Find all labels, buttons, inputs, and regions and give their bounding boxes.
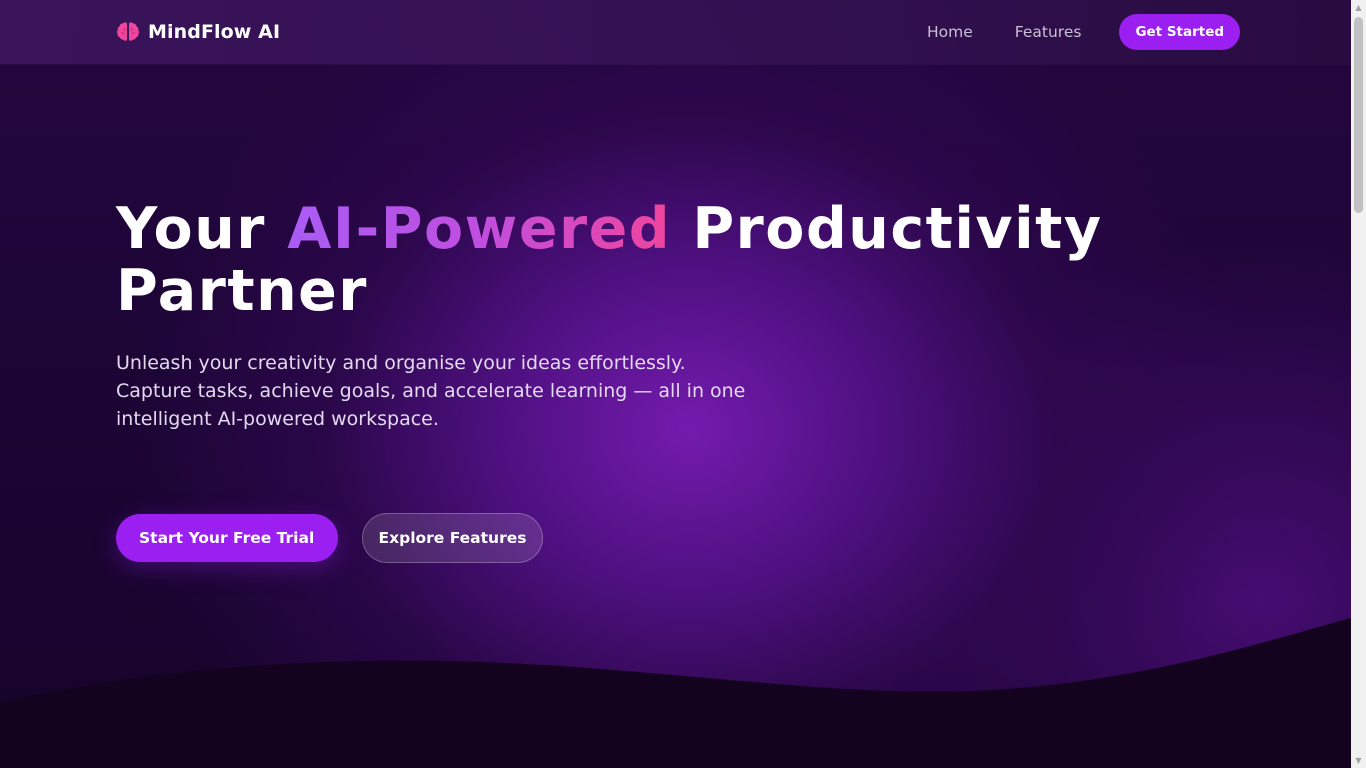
wave-divider [0,618,1351,768]
brand-logo[interactable]: MindFlow AI [116,19,280,45]
brain-icon [116,22,140,41]
hero-subtitle-line: intelligent AI-powered workspace. [116,408,439,430]
hero-title-start: Your [116,196,288,262]
hero-subtitle-line: Unleash your creativity and organise you… [116,352,686,374]
page-scrollbar[interactable]: ▲ ▼ [1351,0,1366,768]
scrollbar-thumb[interactable] [1354,17,1363,213]
arrow-down-icon[interactable]: ▼ [1351,753,1366,768]
nav-link-home[interactable]: Home [927,14,973,50]
get-started-button[interactable]: Get Started [1119,14,1241,50]
brand-name: MindFlow AI [148,21,281,43]
site-header: MindFlow AI Home Features Get Started [0,0,1351,64]
landing-page: MindFlow AI Home Features Get Started Yo… [0,0,1351,768]
hero-title-highlight: AI-Powered [287,196,672,262]
start-free-trial-button[interactable]: Start Your Free Trial [116,514,338,562]
main-nav: Home Features Get Started [927,14,1241,50]
hero-subtitle: Unleash your creativity and organise you… [116,349,796,433]
hero-title: Your AI-Powered Productivity Partner [116,198,1236,322]
viewport: MindFlow AI Home Features Get Started Yo… [0,0,1366,768]
explore-features-button[interactable]: Explore Features [362,513,543,563]
hero-subtitle-line: Capture tasks, achieve goals, and accele… [116,380,746,402]
arrow-up-icon[interactable]: ▲ [1351,0,1366,15]
nav-link-features[interactable]: Features [1015,14,1082,50]
